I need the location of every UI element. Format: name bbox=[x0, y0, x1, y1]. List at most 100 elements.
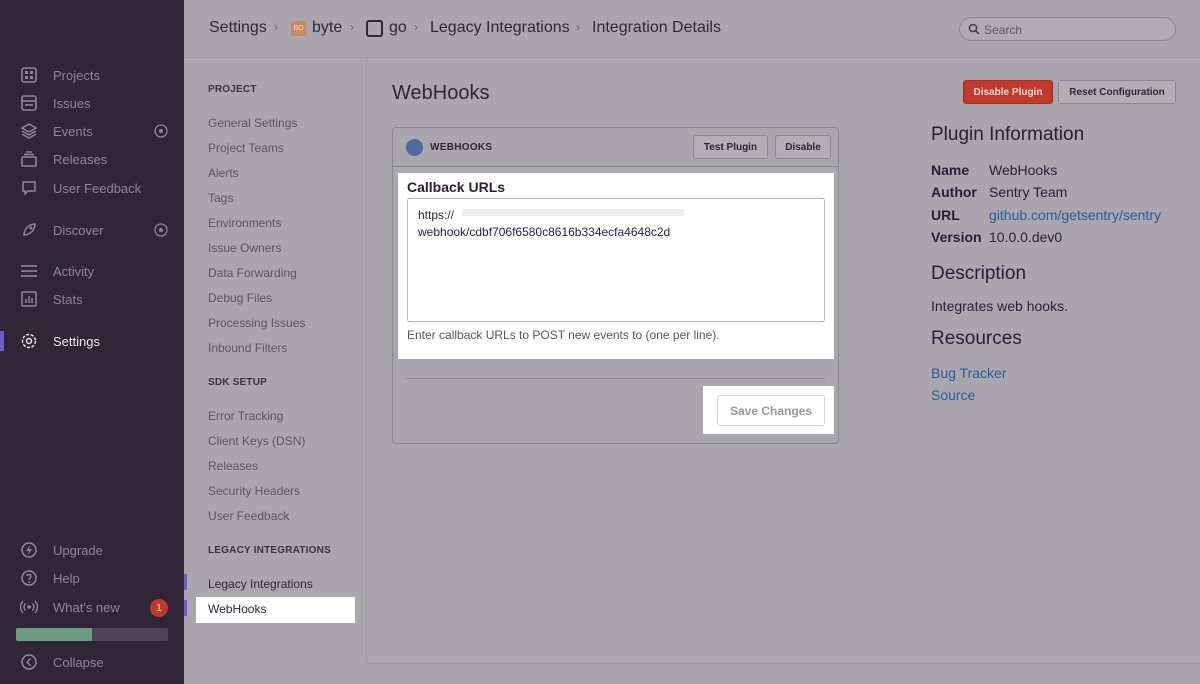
sidebar-item-upgrade[interactable]: Upgrade bbox=[0, 537, 184, 563]
divider bbox=[406, 378, 825, 379]
activity-icon bbox=[21, 265, 37, 277]
sidebar-item-settings[interactable]: Settings bbox=[0, 328, 184, 354]
issues-icon bbox=[21, 95, 37, 111]
disable-button[interactable]: Disable bbox=[775, 135, 831, 159]
stats-icon bbox=[21, 291, 37, 307]
save-changes-button[interactable]: Save Changes bbox=[717, 395, 825, 426]
sidebar-item-label: What's new bbox=[53, 600, 120, 615]
subnav-item-legacy-integrations[interactable]: Legacy Integrations bbox=[208, 577, 313, 591]
chevron-right-icon: › bbox=[576, 20, 580, 34]
subnav-item[interactable]: General Settings bbox=[208, 116, 297, 130]
panel-header: WEBHOOKS Test Plugin Disable bbox=[393, 128, 838, 167]
subnav-item[interactable]: User Feedback bbox=[208, 509, 289, 523]
description-heading: Description bbox=[931, 263, 1027, 284]
sidebar-item-discover[interactable]: Discover bbox=[0, 217, 184, 243]
sidebar-item-label: Collapse bbox=[53, 655, 104, 670]
breadcrumb-settings[interactable]: Settings bbox=[209, 19, 267, 37]
sidebar-item-help[interactable]: Help bbox=[0, 565, 184, 591]
settings-subnav: PROJECT General Settings Project Teams A… bbox=[184, 58, 367, 664]
subnav-heading-legacy: LEGACY INTEGRATIONS bbox=[208, 545, 331, 556]
source-link[interactable]: Source bbox=[931, 387, 975, 403]
sidebar-item-activity[interactable]: Activity bbox=[0, 258, 184, 284]
info-value-version: 10.0.0.dev0 bbox=[989, 229, 1063, 245]
subnav-item[interactable]: Data Forwarding bbox=[208, 266, 297, 280]
subnav-item[interactable]: Processing Issues bbox=[208, 316, 305, 330]
sidebar-item-events[interactable]: Events bbox=[0, 118, 184, 144]
search-icon bbox=[968, 23, 980, 35]
subnav-item[interactable]: Issue Owners bbox=[208, 241, 281, 255]
breadcrumb-org[interactable]: byte bbox=[312, 19, 342, 37]
reset-configuration-button[interactable]: Reset Configuration bbox=[1058, 80, 1176, 104]
info-key-name: Name bbox=[931, 162, 970, 178]
subnav-item[interactable]: Debug Files bbox=[208, 291, 272, 305]
discover-icon bbox=[23, 223, 36, 236]
subnav-item[interactable]: Client Keys (DSN) bbox=[208, 434, 305, 448]
subnav-item[interactable]: Tags bbox=[208, 191, 233, 205]
sidebar-item-label: Issues bbox=[53, 96, 91, 111]
help-icon bbox=[21, 570, 37, 586]
info-value-author: Sentry Team bbox=[989, 184, 1068, 200]
test-plugin-button[interactable]: Test Plugin bbox=[693, 135, 768, 159]
resources-heading: Resources bbox=[931, 328, 1022, 349]
events-icon bbox=[20, 123, 38, 139]
subnav-item[interactable]: Alerts bbox=[208, 166, 239, 180]
whats-new-badge: 1 bbox=[150, 599, 168, 617]
info-value-url-link[interactable]: github.com/getsentry/sentry bbox=[989, 207, 1161, 223]
sidebar-item-projects[interactable]: Projects bbox=[0, 62, 184, 88]
sidebar-item-label: Activity bbox=[53, 264, 95, 279]
subnav-item[interactable]: Project Teams bbox=[208, 141, 284, 155]
sidebar-item-user-feedback[interactable]: User Feedback bbox=[0, 175, 184, 201]
onboarding-progress[interactable] bbox=[16, 628, 168, 641]
sidebar-item-releases[interactable]: Releases bbox=[0, 146, 184, 172]
save-area: Save Changes bbox=[703, 386, 834, 434]
releases-icon bbox=[21, 151, 37, 167]
subnav-item[interactable]: Releases bbox=[208, 459, 258, 473]
subnav-item[interactable]: Security Headers bbox=[208, 484, 300, 498]
subnav-heading-project: PROJECT bbox=[208, 84, 257, 95]
redacted-text bbox=[462, 209, 684, 216]
header: Settings › BO byte › go › Legacy Integra… bbox=[184, 0, 1200, 58]
subnav-item[interactable]: Error Tracking bbox=[208, 409, 283, 423]
sidebar-item-label: Projects bbox=[53, 68, 100, 83]
info-key-author: Author bbox=[931, 184, 977, 200]
footer-divider bbox=[367, 663, 1200, 664]
search-input[interactable]: Search bbox=[959, 17, 1176, 41]
breadcrumb-legacy-integrations[interactable]: Legacy Integrations bbox=[430, 19, 570, 37]
subnav-item-webhooks[interactable]: WebHooks bbox=[196, 597, 355, 623]
progress-fill bbox=[16, 628, 92, 641]
webhooks-icon bbox=[406, 139, 423, 156]
subnav-item-label: WebHooks bbox=[208, 602, 267, 616]
chevron-right-icon: › bbox=[414, 20, 418, 34]
callback-urls-field: Callback URLs Enter callback URLs to POS… bbox=[398, 173, 834, 359]
callback-urls-label: Callback URLs bbox=[407, 179, 506, 195]
plugin-information-heading: Plugin Information bbox=[931, 124, 1085, 145]
plugin-panel: WEBHOOKS Test Plugin Disable Callback UR… bbox=[392, 127, 839, 444]
sidebar-item-label: Releases bbox=[53, 152, 108, 167]
breadcrumb-project[interactable]: go bbox=[389, 19, 407, 37]
description-text: Integrates web hooks. bbox=[931, 298, 1068, 314]
chevron-right-icon: › bbox=[350, 20, 354, 34]
sidebar-item-label: Settings bbox=[53, 334, 100, 349]
project-icon bbox=[366, 20, 383, 37]
sidebar-item-label: Upgrade bbox=[53, 543, 103, 558]
subnav-item[interactable]: Environments bbox=[208, 216, 281, 230]
callback-urls-textarea[interactable] bbox=[407, 198, 825, 322]
user-feedback-icon bbox=[22, 181, 36, 196]
sidebar-item-collapse[interactable]: Collapse bbox=[0, 649, 184, 675]
info-key-version: Version bbox=[931, 229, 982, 245]
subnav-item[interactable]: Inbound Filters bbox=[208, 341, 287, 355]
sidebar-item-issues[interactable]: Issues bbox=[0, 90, 184, 116]
panel-title: WEBHOOKS bbox=[430, 142, 493, 153]
sidebar-item-label: Help bbox=[53, 571, 80, 586]
eye-icon[interactable] bbox=[154, 223, 168, 237]
sidebar-item-label: Events bbox=[53, 124, 93, 139]
projects-icon bbox=[21, 67, 37, 83]
bug-tracker-link[interactable]: Bug Tracker bbox=[931, 365, 1006, 381]
subnav-heading-sdk: SDK SETUP bbox=[208, 377, 268, 388]
settings-icon bbox=[21, 333, 37, 349]
sidebar-item-stats[interactable]: Stats bbox=[0, 286, 184, 312]
eye-icon[interactable] bbox=[154, 124, 168, 138]
org-avatar: BO bbox=[291, 21, 306, 36]
callback-urls-help: Enter callback URLs to POST new events t… bbox=[407, 328, 720, 342]
disable-plugin-button[interactable]: Disable Plugin bbox=[963, 80, 1053, 104]
